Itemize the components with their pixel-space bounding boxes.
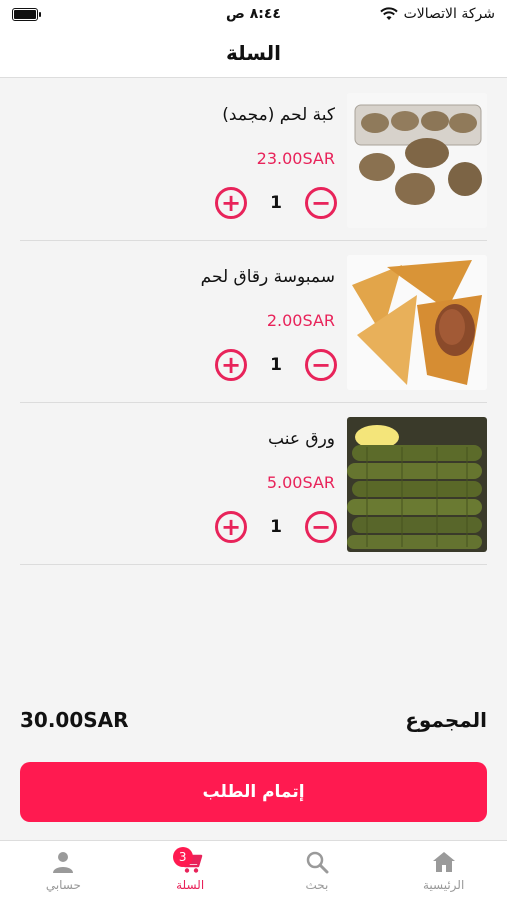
- person-icon: [53, 851, 74, 873]
- carrier-group: شركة الاتصالات: [379, 6, 495, 22]
- product-image-kibbeh[interactable]: [347, 93, 487, 228]
- home-icon: [432, 851, 455, 872]
- decrease-quantity-button[interactable]: −: [305, 349, 337, 381]
- item-price: 5.00SAR: [266, 473, 335, 492]
- wifi-icon: [379, 7, 398, 20]
- item-name: ورق عنب: [268, 429, 335, 449]
- cart-item: كبة لحم (مجمد) 23.00SAR + 1 −: [20, 79, 487, 241]
- tab-bar: حسابي 3 السلة بحث الرئيسية: [0, 840, 507, 900]
- tab-account[interactable]: حسابي: [0, 841, 127, 900]
- tab-label: السلة: [176, 877, 205, 892]
- quantity-value: 1: [270, 355, 282, 375]
- item-name: سمبوسة رقاق لحم: [200, 267, 335, 287]
- tab-search[interactable]: بحث: [254, 841, 381, 900]
- page-title: السلة: [225, 40, 281, 65]
- quantity-value: 1: [270, 193, 282, 213]
- cart-count-badge: 3: [172, 847, 193, 867]
- increase-quantity-button[interactable]: +: [215, 187, 247, 219]
- search-icon: [306, 851, 329, 873]
- tab-label: الرئيسية: [422, 877, 465, 892]
- item-price: 23.00SAR: [256, 149, 335, 168]
- total-row: 30.00SAR المجموع: [20, 700, 487, 740]
- quantity-stepper: + 1 −: [215, 509, 337, 545]
- increase-quantity-button[interactable]: +: [215, 511, 247, 543]
- tab-label: بحث: [305, 877, 329, 892]
- checkout-button[interactable]: إتمام الطلب: [20, 762, 487, 822]
- item-price: 2.00SAR: [266, 311, 335, 330]
- total-value: 30.00SAR: [20, 708, 129, 732]
- tab-home[interactable]: الرئيسية: [380, 841, 507, 900]
- carrier-name: شركة الاتصالات: [403, 6, 495, 22]
- cart-list: كبة لحم (مجمد) 23.00SAR + 1 − سمبوسة رقا…: [20, 79, 487, 565]
- product-image-grape-leaves[interactable]: [347, 417, 487, 552]
- increase-quantity-button[interactable]: +: [215, 349, 247, 381]
- nav-header: السلة: [0, 28, 507, 78]
- cart-item: سمبوسة رقاق لحم 2.00SAR + 1 −: [20, 241, 487, 403]
- battery-icon: [12, 7, 41, 21]
- status-bar: ٨:٤٤ ص شركة الاتصالات: [0, 0, 507, 28]
- quantity-stepper: + 1 −: [215, 185, 337, 221]
- item-name: كبة لحم (مجمد): [222, 105, 335, 125]
- product-image-samosa[interactable]: [347, 255, 487, 390]
- decrease-quantity-button[interactable]: −: [305, 187, 337, 219]
- total-label: المجموع: [405, 708, 487, 732]
- status-time: ٨:٤٤ ص: [226, 6, 281, 22]
- tab-cart[interactable]: 3 السلة: [127, 841, 254, 900]
- tab-label: حسابي: [45, 877, 81, 892]
- cart-item: ورق عنب 5.00SAR + 1 −: [20, 403, 487, 565]
- decrease-quantity-button[interactable]: −: [305, 511, 337, 543]
- quantity-stepper: + 1 −: [215, 347, 337, 383]
- quantity-value: 1: [270, 517, 282, 537]
